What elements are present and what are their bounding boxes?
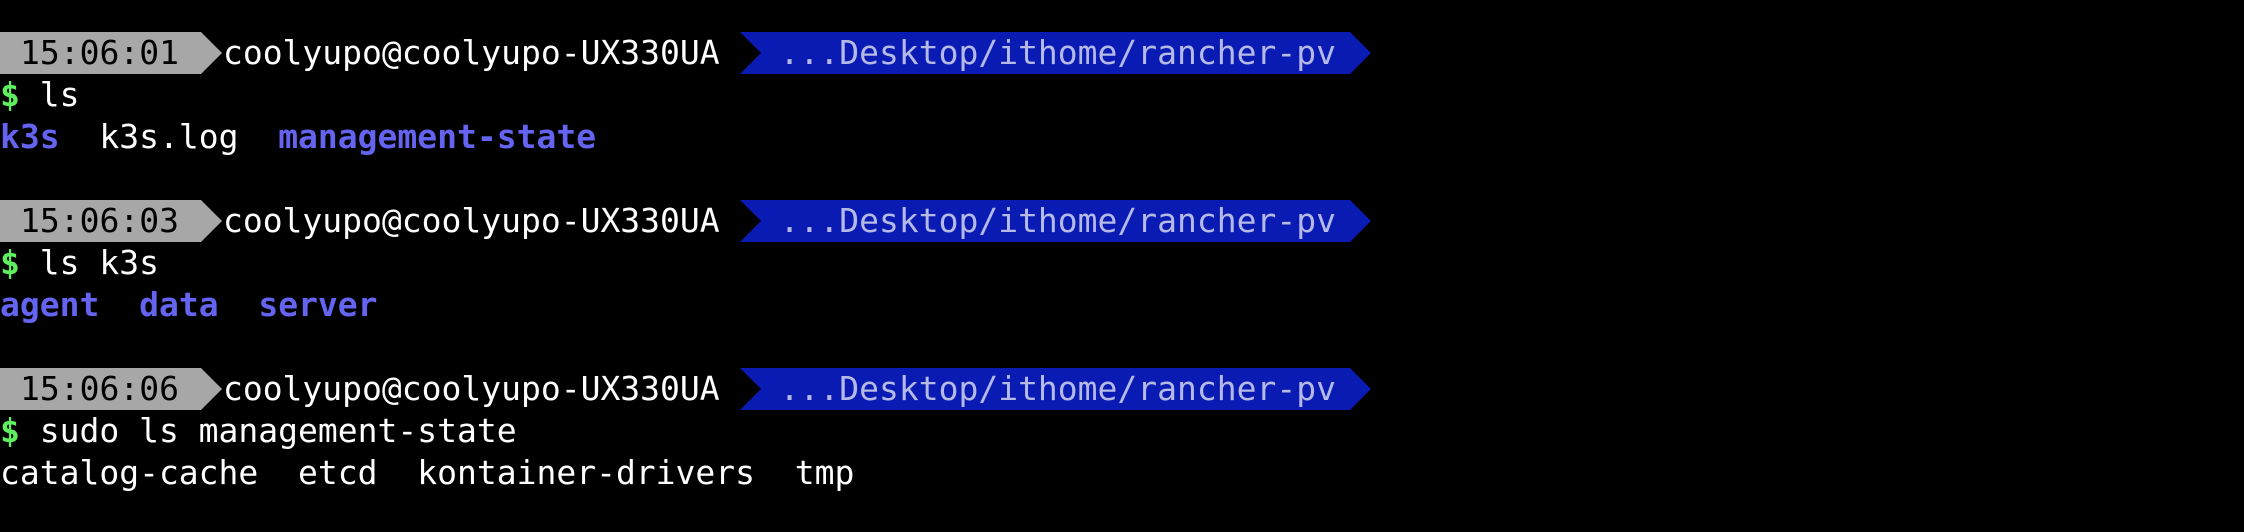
output-separator — [219, 284, 259, 326]
output-separator — [755, 452, 795, 494]
prompt-line: 15:06:01 coolyupo@coolyupo-UX330UA ...De… — [0, 32, 2244, 74]
prompt-line: 15:06:03 coolyupo@coolyupo-UX330UA ...De… — [0, 200, 2244, 242]
prompt-user-host: coolyupo@coolyupo-UX330UA — [222, 33, 720, 72]
prompt-dollar-symbol: $ — [0, 75, 20, 114]
output-file: tmp — [794, 453, 855, 492]
output-file: catalog-cache — [0, 453, 259, 492]
command-output: k3s k3s.log management-state — [0, 116, 2244, 158]
prompt-time-segment: 15:06:06 — [0, 368, 222, 410]
output-separator — [60, 116, 100, 158]
output-file: etcd — [298, 453, 378, 492]
output-directory: management-state — [278, 117, 597, 156]
prompt-dollar-symbol: $ — [0, 411, 20, 450]
output-directory: data — [139, 285, 219, 324]
command-output: agent data server — [0, 284, 2244, 326]
output-file: k3s.log — [99, 117, 239, 156]
output-separator — [99, 284, 139, 326]
prompt-time-segment: 15:06:01 — [0, 32, 222, 74]
prompt-line: 15:06:06 coolyupo@coolyupo-UX330UA ...De… — [0, 368, 2244, 410]
prompt-path-segment: ...Desktop/ithome/rancher-pv — [739, 200, 1372, 242]
output-separator — [238, 116, 278, 158]
output-separator — [258, 452, 298, 494]
command-text: ls — [19, 75, 80, 114]
prompt-path-segment: ...Desktop/ithome/rancher-pv — [739, 32, 1372, 74]
prompt-user-host: coolyupo@coolyupo-UX330UA — [222, 201, 720, 240]
command-text: sudo ls management-state — [19, 411, 517, 450]
command-line: $ ls k3s — [0, 242, 2244, 284]
prompt-dollar-symbol: $ — [0, 243, 20, 282]
prompt-path-segment: ...Desktop/ithome/rancher-pv — [739, 368, 1372, 410]
command-line: $ ls — [0, 74, 2244, 116]
output-separator — [378, 452, 418, 494]
command-output: catalog-cache etcd kontainer-drivers tmp — [0, 452, 2244, 494]
output-file: kontainer-drivers — [417, 453, 756, 492]
output-directory: agent — [0, 285, 100, 324]
command-text: ls k3s — [19, 243, 159, 282]
output-directory: server — [258, 285, 378, 324]
terminal-window[interactable]: 15:06:01 coolyupo@coolyupo-UX330UA ...De… — [0, 0, 2244, 532]
prompt-time-segment: 15:06:03 — [0, 200, 222, 242]
command-line: $ sudo ls management-state — [0, 410, 2244, 452]
output-directory: k3s — [0, 117, 60, 156]
prompt-user-host: coolyupo@coolyupo-UX330UA — [222, 369, 720, 408]
